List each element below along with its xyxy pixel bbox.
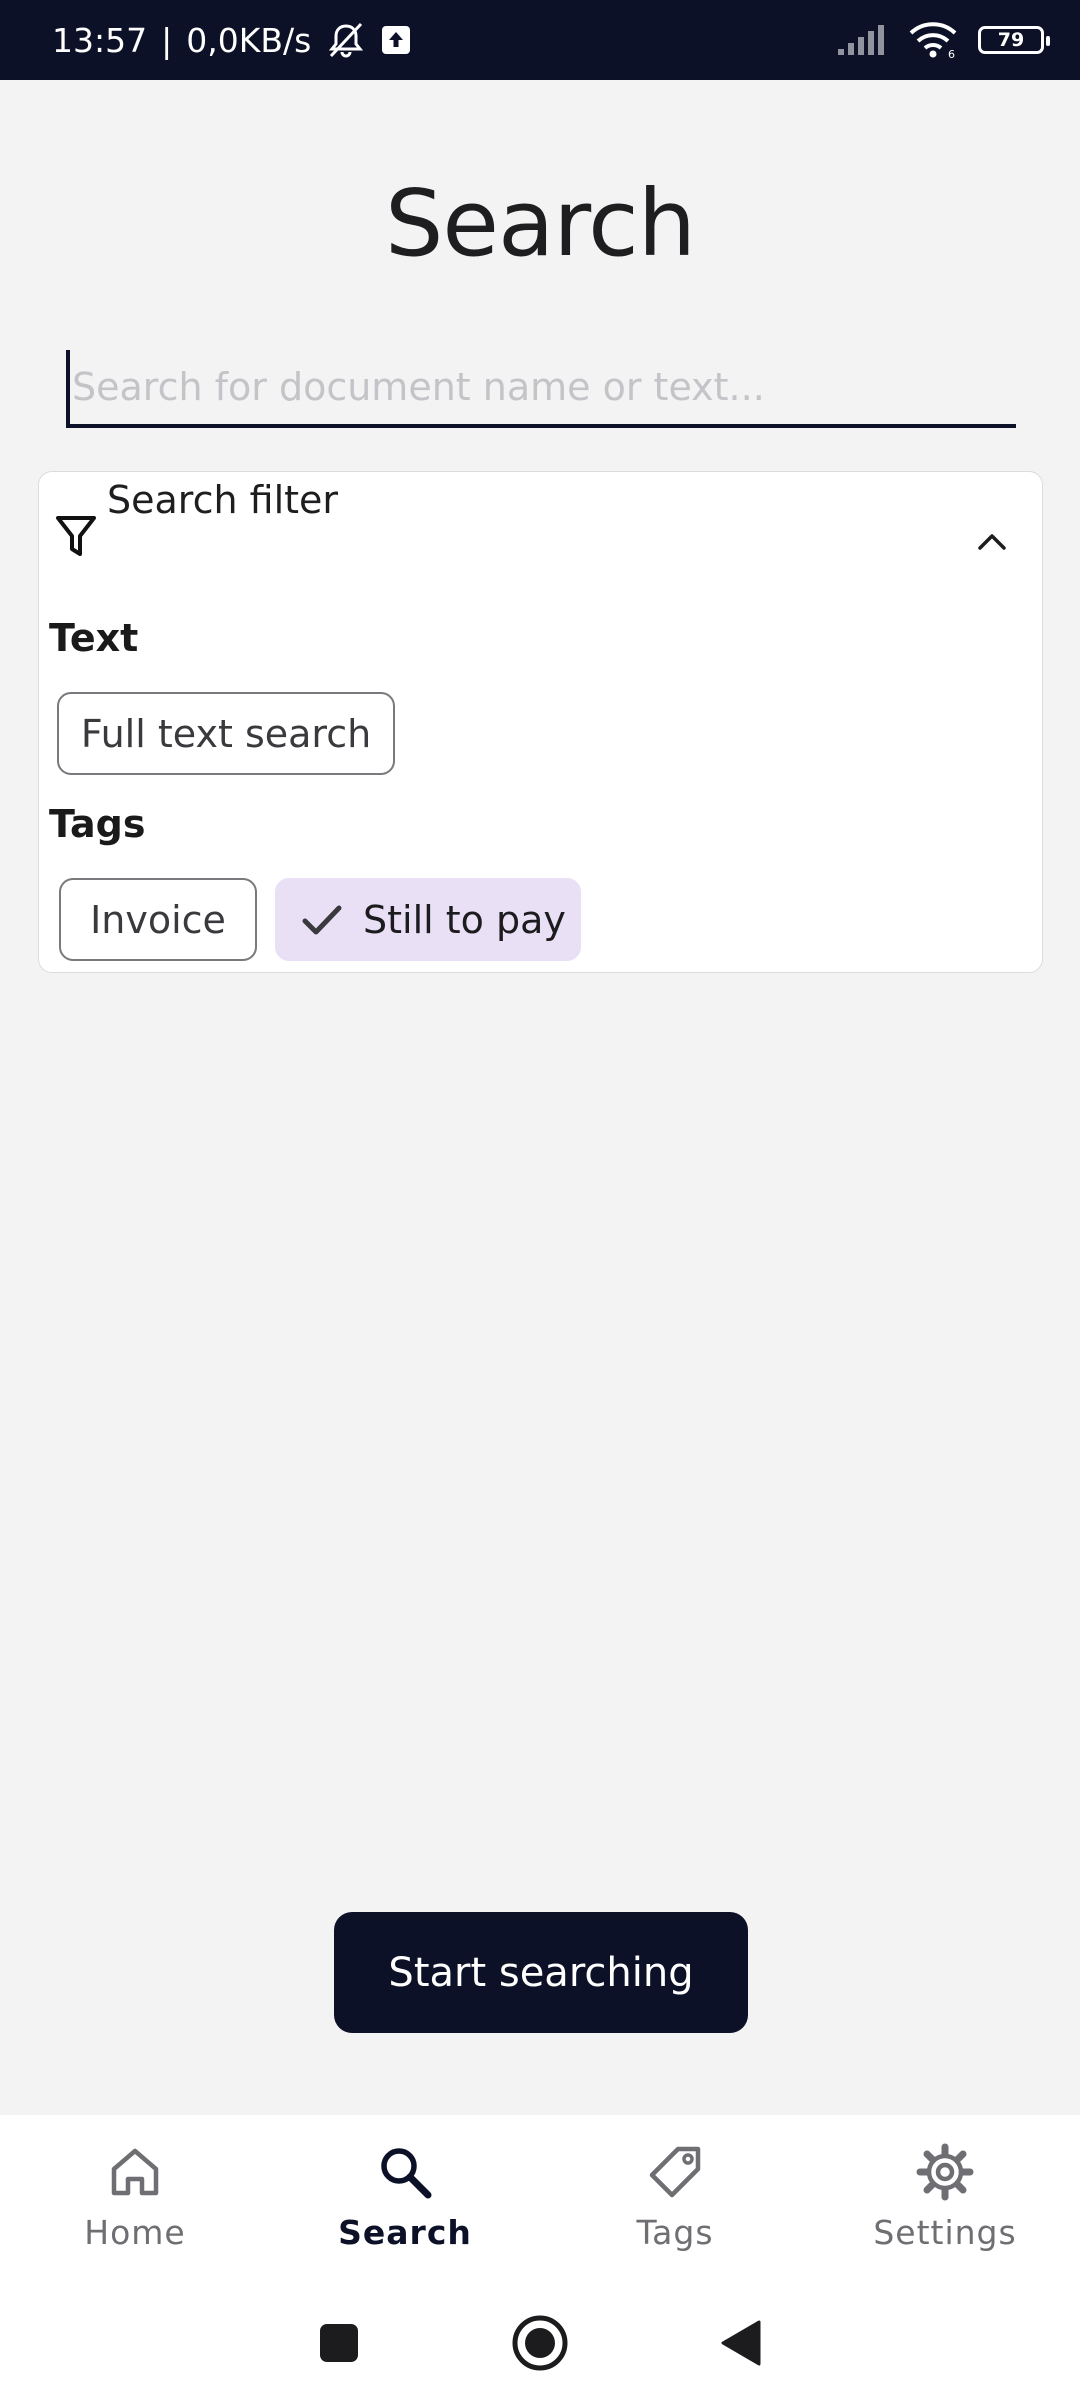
chip-label: Still to pay — [363, 897, 566, 942]
nav-label-home: Home — [84, 2213, 186, 2252]
filter-title: Search filter — [107, 478, 339, 522]
text-section-label: Text — [49, 616, 139, 660]
wifi-badge: 6 — [948, 48, 955, 59]
search-filter-panel: Search filter Text Full text search Tags… — [38, 471, 1043, 973]
start-searching-label: Start searching — [388, 1949, 694, 1996]
recents-button-icon[interactable] — [317, 2321, 361, 2365]
home-button-icon[interactable] — [511, 2314, 569, 2372]
filter-icon — [56, 516, 96, 556]
search-input[interactable] — [66, 350, 1016, 424]
upload-icon — [382, 26, 411, 54]
chip-full-text-search[interactable]: Full text search — [57, 692, 395, 775]
chip-label: Full text search — [80, 711, 372, 756]
chip-label: Invoice — [90, 897, 226, 942]
gear-icon — [916, 2143, 974, 2201]
status-separator: | — [161, 20, 173, 60]
wifi-icon: 6 — [909, 22, 957, 59]
chip-still-to-pay[interactable]: Still to pay — [275, 878, 581, 961]
nav-item-tags[interactable]: Tags — [540, 2115, 810, 2285]
bottom-navigation: Home Search Tags Settings — [0, 2115, 1080, 2285]
battery-indicator: 79 — [978, 26, 1050, 54]
mute-bell-icon — [329, 22, 364, 58]
status-time: 13:57 — [52, 20, 148, 60]
battery-level: 79 — [997, 29, 1025, 51]
chevron-up-icon[interactable] — [972, 522, 1012, 562]
status-left: 13:57 | 0,0KB/s — [52, 20, 411, 60]
signal-icon — [838, 25, 884, 55]
search-field-container — [66, 350, 1016, 428]
nav-label-settings: Settings — [873, 2213, 1017, 2252]
status-speed: 0,0KB/s — [186, 20, 312, 60]
check-icon — [302, 905, 342, 934]
start-searching-button[interactable]: Start searching — [334, 1912, 748, 2033]
tag-icon — [649, 2146, 701, 2198]
status-right: 6 79 — [836, 21, 1050, 59]
system-navigation-bar — [0, 2285, 1080, 2400]
search-icon — [381, 2148, 432, 2199]
nav-item-settings[interactable]: Settings — [810, 2115, 1080, 2285]
nav-item-search[interactable]: Search — [270, 2115, 540, 2285]
status-bar: 13:57 | 0,0KB/s 6 79 — [0, 0, 1080, 80]
chip-invoice[interactable]: Invoice — [59, 878, 257, 961]
nav-label-search: Search — [338, 2213, 472, 2252]
back-button-icon[interactable] — [719, 2319, 763, 2367]
home-icon — [111, 2148, 159, 2196]
nav-label-tags: Tags — [636, 2213, 714, 2252]
nav-item-home[interactable]: Home — [0, 2115, 270, 2285]
tags-section-label: Tags — [49, 802, 146, 846]
page-title: Search — [384, 170, 696, 277]
